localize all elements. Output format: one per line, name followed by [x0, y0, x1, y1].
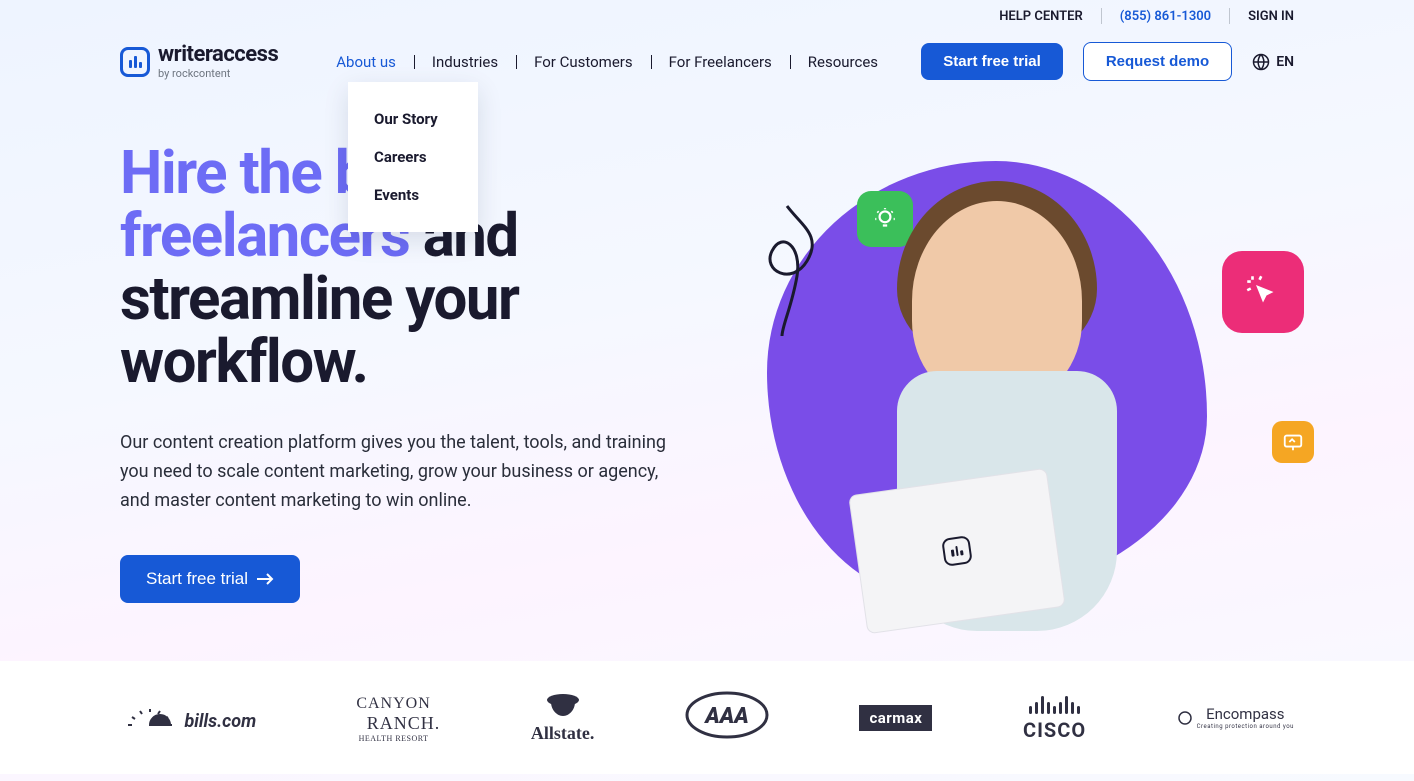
- client-logo-encompass: EncompassCreating protection around you: [1177, 705, 1294, 730]
- logo-icon: [120, 47, 150, 77]
- nav-for-customers[interactable]: For Customers: [516, 53, 651, 71]
- person-illustration: [817, 181, 1177, 641]
- hands-icon: [545, 692, 581, 718]
- dropdown-events[interactable]: Events: [348, 176, 478, 214]
- phone-link[interactable]: (855) 861-1300: [1120, 9, 1211, 24]
- signin-link[interactable]: SIGN IN: [1248, 9, 1294, 24]
- client-logo-allstate: Allstate.: [531, 692, 594, 744]
- arrow-right-icon: [256, 572, 274, 586]
- nav-for-freelancers[interactable]: For Freelancers: [651, 53, 790, 71]
- laptop-illustration: [848, 468, 1066, 634]
- svg-text:AAA: AAA: [703, 704, 749, 729]
- dropdown-careers[interactable]: Careers: [348, 138, 478, 176]
- laptop-logo-icon: [941, 535, 973, 567]
- globe-icon: [1252, 53, 1270, 71]
- start-free-trial-button[interactable]: Start free trial: [921, 43, 1063, 80]
- request-demo-button[interactable]: Request demo: [1083, 42, 1232, 81]
- logo-text: writeraccess: [158, 44, 278, 66]
- help-center-link[interactable]: HELP CENTER: [999, 9, 1083, 24]
- hero-bold: workflow.: [120, 326, 368, 397]
- nav-about-us[interactable]: About us: [318, 53, 414, 71]
- nav-resources[interactable]: Resources: [790, 53, 896, 71]
- hero-cta-label: Start free trial: [146, 569, 248, 589]
- client-logo-carmax: carmax: [859, 705, 932, 731]
- aaa-icon: AAA: [685, 691, 769, 739]
- about-us-dropdown: Our Story Careers Events: [348, 82, 478, 232]
- language-selector[interactable]: EN: [1252, 53, 1294, 71]
- presentation-badge: [1272, 421, 1314, 463]
- circle-icon: [1177, 710, 1193, 726]
- sun-icon: [120, 703, 180, 727]
- cursor-badge: [1222, 251, 1304, 333]
- client-logos-strip: bills.com CANYON RANCH. HEALTH RESORT Al…: [0, 661, 1414, 774]
- cursor-click-icon: [1242, 271, 1284, 313]
- dropdown-our-story[interactable]: Our Story: [348, 100, 478, 138]
- client-logo-canyon-ranch: CANYON RANCH. HEALTH RESORT: [347, 692, 441, 743]
- logo-subtext: by rockcontent: [158, 68, 278, 79]
- presentation-icon: [1282, 431, 1304, 453]
- nav-industries[interactable]: Industries: [414, 53, 516, 71]
- language-label: EN: [1276, 54, 1294, 70]
- client-logo-aaa: AAA: [685, 691, 769, 744]
- topbar-separator: [1229, 8, 1230, 24]
- topbar-separator: [1101, 8, 1102, 24]
- main-nav: About us Industries For Customers For Fr…: [318, 53, 921, 71]
- client-logo-bills: bills.com: [120, 703, 256, 732]
- hero-subtext: Our content creation platform gives you …: [120, 429, 687, 515]
- client-logo-cisco: CISCO: [1023, 694, 1086, 742]
- logo[interactable]: writeraccess by rockcontent: [120, 44, 278, 79]
- hero-illustration: [727, 141, 1294, 621]
- hero-start-free-trial-button[interactable]: Start free trial: [120, 555, 300, 603]
